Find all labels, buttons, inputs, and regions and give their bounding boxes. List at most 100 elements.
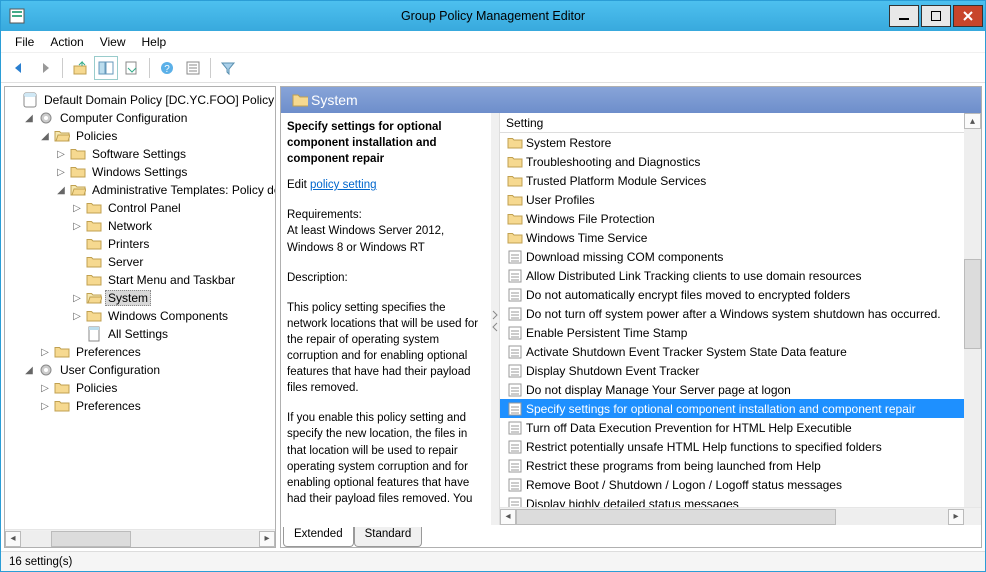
- tree-toggle[interactable]: ▷: [39, 382, 51, 394]
- list-setting[interactable]: Turn off Data Execution Prevention for H…: [500, 418, 964, 437]
- tree-printers[interactable]: Printers: [7, 235, 276, 253]
- tree-panel: Default Domain Policy [DC.YC.FOO] Policy…: [4, 86, 276, 548]
- back-button[interactable]: [7, 56, 31, 80]
- tree-admin-templates-icon: [70, 182, 86, 198]
- list-setting[interactable]: Do not display Manage Your Server page a…: [500, 380, 964, 399]
- tree-toggle[interactable]: ▷: [55, 166, 67, 178]
- setting-icon: [507, 439, 523, 455]
- tree-user-policies[interactable]: ▷Policies: [7, 379, 276, 397]
- setting-icon: [507, 363, 523, 379]
- tree-control-panel[interactable]: ▷Control Panel: [7, 199, 276, 217]
- tree-toggle[interactable]: ▷: [55, 148, 67, 160]
- close-button[interactable]: [953, 5, 983, 27]
- tree-user-preferences[interactable]: ▷Preferences: [7, 397, 276, 415]
- setting-icon: [507, 268, 523, 284]
- tree-admin-templates[interactable]: ◢Administrative Templates: Policy defini…: [7, 181, 276, 199]
- tree-system-icon: [86, 290, 102, 306]
- tree-toggle[interactable]: ▷: [71, 220, 83, 232]
- tree-network-icon: [86, 218, 102, 234]
- list-setting[interactable]: Restrict these programs from being launc…: [500, 456, 964, 475]
- forward-button[interactable]: [33, 56, 57, 80]
- tree-software-settings[interactable]: ▷Software Settings: [7, 145, 276, 163]
- tree-user-config[interactable]: ◢User Configuration: [7, 361, 276, 379]
- tree-network[interactable]: ▷Network: [7, 217, 276, 235]
- tree-computer-config-icon: [38, 110, 54, 126]
- tree-user-preferences-icon: [54, 398, 70, 414]
- list-hscroll[interactable]: ◂ ▸: [500, 507, 981, 525]
- edit-policy-link[interactable]: policy setting: [310, 179, 376, 191]
- menu-action[interactable]: Action: [42, 33, 91, 51]
- list-folder[interactable]: Windows File Protection: [500, 209, 964, 228]
- menu-file[interactable]: File: [7, 33, 42, 51]
- list-setting[interactable]: Remove Boot / Shutdown / Logon / Logoff …: [500, 475, 964, 494]
- tree-all-settings[interactable]: All Settings: [7, 325, 276, 343]
- tree-toggle[interactable]: ◢: [23, 364, 35, 376]
- panel-title: System: [311, 92, 358, 108]
- settings-list-panel: Setting System RestoreTroubleshooting an…: [499, 113, 981, 525]
- minimize-button[interactable]: [889, 5, 919, 27]
- list-folder[interactable]: Troubleshooting and Diagnostics: [500, 152, 964, 171]
- help-button[interactable]: ?: [155, 56, 179, 80]
- filter-button[interactable]: [216, 56, 240, 80]
- tree-hscroll[interactable]: ◂ ▸: [5, 529, 275, 547]
- tree-toggle[interactable]: ▷: [39, 400, 51, 412]
- list-folder[interactable]: User Profiles: [500, 190, 964, 209]
- export-button[interactable]: [120, 56, 144, 80]
- list-setting[interactable]: Activate Shutdown Event Tracker System S…: [500, 342, 964, 361]
- tree-windows-settings[interactable]: ▷Windows Settings: [7, 163, 276, 181]
- tree-start-menu[interactable]: Start Menu and Taskbar: [7, 271, 276, 289]
- tree-printers-icon: [86, 236, 102, 252]
- maximize-button[interactable]: [921, 5, 951, 27]
- list-setting[interactable]: Display highly detailed status messages: [500, 494, 964, 507]
- list-folder[interactable]: Windows Time Service: [500, 228, 964, 247]
- details-panel: System Specify settings for optional com…: [280, 86, 982, 548]
- tab-extended[interactable]: Extended: [283, 527, 354, 547]
- tree-toggle[interactable]: ▷: [71, 310, 83, 322]
- list-setting[interactable]: Download missing COM components: [500, 247, 964, 266]
- tree-server[interactable]: Server: [7, 253, 276, 271]
- tree-system[interactable]: ▷System: [7, 289, 276, 307]
- tree-toggle[interactable]: ◢: [23, 112, 35, 124]
- list-vscroll[interactable]: ▴ ▾: [964, 113, 981, 525]
- list-setting[interactable]: Do not turn off system power after a Win…: [500, 304, 964, 323]
- tree-root[interactable]: Default Domain Policy [DC.YC.FOO] Policy: [7, 91, 276, 109]
- column-header-setting[interactable]: Setting: [500, 113, 981, 133]
- description-panel: Specify settings for optional component …: [281, 113, 491, 525]
- setting-icon: [507, 287, 523, 303]
- tree-server-icon: [86, 254, 102, 270]
- list-setting[interactable]: Restrict potentially unsafe HTML Help fu…: [500, 437, 964, 456]
- folder-icon: [507, 230, 523, 246]
- list-setting[interactable]: Allow Distributed Link Tracking clients …: [500, 266, 964, 285]
- list-folder[interactable]: Trusted Platform Module Services: [500, 171, 964, 190]
- folder-icon: [507, 211, 523, 227]
- folder-icon: [507, 192, 523, 208]
- list-folder[interactable]: System Restore: [500, 133, 964, 152]
- tree-computer-config[interactable]: ◢Computer Configuration: [7, 109, 276, 127]
- tree-toggle[interactable]: ▷: [71, 292, 83, 304]
- list-setting[interactable]: Enable Persistent Time Stamp: [500, 323, 964, 342]
- menu-view[interactable]: View: [92, 33, 134, 51]
- show-hide-tree-button[interactable]: [94, 56, 118, 80]
- properties-button[interactable]: [181, 56, 205, 80]
- window-title: Group Policy Management Editor: [401, 9, 585, 23]
- list-setting[interactable]: Display Shutdown Event Tracker: [500, 361, 964, 380]
- tree-policies[interactable]: ◢Policies: [7, 127, 276, 145]
- tree-toggle[interactable]: ▷: [71, 202, 83, 214]
- up-button[interactable]: [68, 56, 92, 80]
- tree-preferences[interactable]: ▷Preferences: [7, 343, 276, 361]
- splitter[interactable]: [491, 113, 499, 525]
- svg-text:?: ?: [164, 64, 170, 75]
- tree-policies-icon: [54, 128, 70, 144]
- tab-standard[interactable]: Standard: [354, 527, 423, 547]
- menu-bar: File Action View Help: [1, 31, 985, 53]
- tree-toggle[interactable]: ▷: [39, 346, 51, 358]
- list-setting[interactable]: Specify settings for optional component …: [500, 399, 964, 418]
- list-setting[interactable]: Do not automatically encrypt files moved…: [500, 285, 964, 304]
- menu-help[interactable]: Help: [134, 33, 175, 51]
- tree-all-settings-icon: [86, 326, 102, 342]
- tree-toggle[interactable]: ◢: [39, 130, 51, 142]
- tree-toggle[interactable]: ◢: [55, 184, 67, 196]
- setting-icon: [507, 496, 523, 508]
- folder-icon: [507, 154, 523, 170]
- tree-windows-components[interactable]: ▷Windows Components: [7, 307, 276, 325]
